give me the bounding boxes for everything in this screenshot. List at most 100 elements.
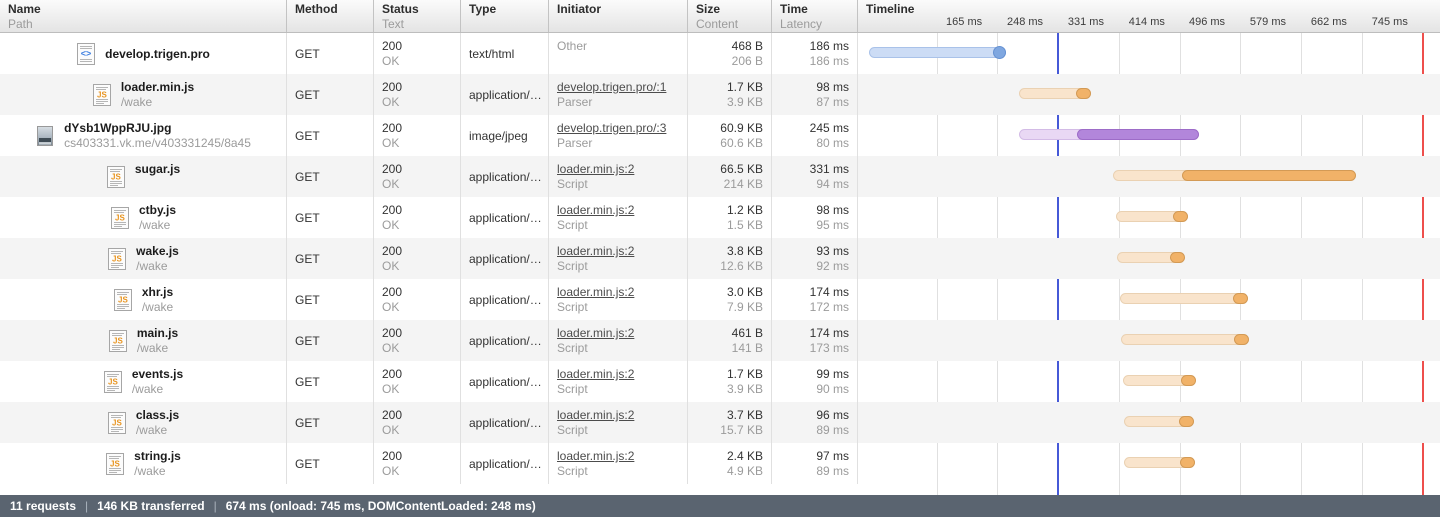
time-value: 98 ms (816, 80, 849, 94)
column-header-size[interactable]: Size Content (688, 0, 772, 32)
image-icon (34, 125, 56, 147)
request-method: GET (295, 46, 320, 61)
timeline-cell (858, 197, 1440, 238)
name-cell[interactable]: JS wake.js /wake (0, 238, 287, 279)
name-cell[interactable]: JS sugar.js (0, 156, 287, 197)
request-type: application/… (469, 333, 542, 348)
content-value: 12.6 KB (720, 259, 763, 273)
request-path: /wake (141, 300, 174, 314)
name-cell[interactable]: dYsb1WppRJU.jpg cs403331.vk.me/v40333124… (0, 115, 287, 156)
time-cell: 174 ms 172 ms (772, 279, 858, 320)
initiator-link[interactable]: loader.min.js:2 (557, 407, 679, 423)
status-bar-separator: | (85, 499, 89, 513)
initiator-link[interactable]: develop.trigen.pro/:1 (557, 79, 679, 95)
request-type: text/html (469, 46, 515, 61)
column-label: Initiator (557, 2, 601, 16)
size-cell: 1.7 KB 3.9 KB (688, 361, 772, 402)
table-row[interactable]: JS xhr.js /wake GET 200 OK application/…… (0, 279, 1440, 320)
status-code: 200 (382, 121, 403, 135)
timeline-cell (858, 238, 1440, 279)
initiator-kind (557, 54, 679, 69)
method-cell: GET (287, 74, 374, 115)
initiator-link[interactable]: loader.min.js:2 (557, 243, 679, 259)
svg-text:JS: JS (113, 336, 123, 345)
request-list: <> develop.trigen.pro GET 200 OK text/ht… (0, 33, 1440, 484)
request-method: GET (295, 374, 320, 389)
request-type: application/… (469, 210, 542, 225)
column-sublabel: Content (696, 17, 739, 31)
content-value: 3.9 KB (726, 95, 763, 109)
initiator-link[interactable]: loader.min.js:2 (557, 448, 679, 464)
request-path: /wake (134, 464, 166, 478)
status-text: OK (382, 218, 400, 232)
column-header-timeline[interactable]: Timeline 165 ms 248 ms 331 ms 414 ms 496 ms 5… (858, 0, 1440, 32)
table-row[interactable]: JS string.js /wake GET 200 OK applicatio… (0, 443, 1440, 484)
timeline-tick-label: 745 ms (1371, 16, 1408, 28)
size-value: 3.7 KB (726, 408, 763, 422)
name-cell[interactable]: JS events.js /wake (0, 361, 287, 402)
size-cell: 1.7 KB 3.9 KB (688, 74, 772, 115)
table-row[interactable]: JS class.js /wake GET 200 OK application… (0, 402, 1440, 443)
timeline-bar-receiving (1180, 375, 1196, 386)
table-row[interactable]: <> develop.trigen.pro GET 200 OK text/ht… (0, 33, 1440, 74)
initiator-link[interactable]: loader.min.js:2 (557, 161, 679, 177)
request-name: events.js (131, 367, 184, 381)
method-cell: GET (287, 115, 374, 156)
status-cell: 200 OK (374, 156, 461, 197)
request-path: /wake (131, 382, 164, 396)
initiator-cell: develop.trigen.pro/:1 Parser (549, 74, 688, 115)
name-cell[interactable]: JS ctby.js /wake (0, 197, 287, 238)
initiator-link[interactable]: loader.min.js:2 (557, 325, 679, 341)
column-header-time[interactable]: Time Latency (772, 0, 858, 32)
method-cell: GET (287, 197, 374, 238)
request-type: application/… (469, 251, 542, 266)
request-name: main.js (136, 326, 179, 340)
table-row[interactable]: JS wake.js /wake GET 200 OK application/… (0, 238, 1440, 279)
column-header-status[interactable]: Status Text (374, 0, 461, 32)
timeline-bar-waiting (1120, 293, 1248, 304)
method-cell: GET (287, 156, 374, 197)
request-path: /wake (135, 423, 168, 437)
status-cell: 200 OK (374, 279, 461, 320)
table-row[interactable]: JS ctby.js /wake GET 200 OK application/… (0, 197, 1440, 238)
type-cell: application/… (461, 238, 549, 279)
script-icon: JS (105, 165, 127, 188)
table-row[interactable]: JS sugar.js GET 200 OK application/… loa… (0, 156, 1440, 197)
name-cell[interactable]: JS main.js /wake (0, 320, 287, 361)
column-header-method[interactable]: Method (287, 0, 374, 32)
timeline-cell (858, 402, 1440, 443)
column-header-initiator[interactable]: Initiator (549, 0, 688, 32)
table-row[interactable]: JS main.js /wake GET 200 OK application/… (0, 320, 1440, 361)
latency-value: 90 ms (816, 382, 849, 396)
initiator-link[interactable]: loader.min.js:2 (557, 284, 679, 300)
timeline-cell (858, 115, 1440, 156)
request-method: GET (295, 333, 320, 348)
name-cell[interactable]: JS string.js /wake (0, 443, 287, 484)
initiator-link[interactable]: loader.min.js:2 (557, 366, 679, 382)
svg-text:JS: JS (110, 459, 120, 468)
initiator-link[interactable]: develop.trigen.pro/:3 (557, 120, 679, 136)
table-row[interactable]: JS events.js /wake GET 200 OK applicatio… (0, 361, 1440, 402)
table-row[interactable]: dYsb1WppRJU.jpg cs403331.vk.me/v40333124… (0, 115, 1440, 156)
initiator-link[interactable]: loader.min.js:2 (557, 202, 679, 218)
column-label: Timeline (866, 2, 915, 16)
svg-text:JS: JS (108, 377, 118, 386)
size-cell: 3.0 KB 7.9 KB (688, 279, 772, 320)
initiator-cell: loader.min.js:2 Script (549, 361, 688, 402)
name-cell[interactable]: JS xhr.js /wake (0, 279, 287, 320)
initiator-kind: Script (557, 423, 588, 437)
column-header-type[interactable]: Type (461, 0, 549, 32)
column-header-name[interactable]: Name Path (0, 0, 287, 32)
request-name: sugar.js (134, 162, 181, 176)
timeline-cell (858, 33, 1440, 74)
table-row[interactable]: JS loader.min.js /wake GET 200 OK applic… (0, 74, 1440, 115)
initiator-link: Other (557, 39, 588, 53)
name-cell[interactable]: JS loader.min.js /wake (0, 74, 287, 115)
request-name: develop.trigen.pro (105, 46, 210, 61)
status-code: 200 (382, 408, 403, 422)
timeline-bar-waiting (869, 47, 1006, 58)
timeline-bar-receiving (1172, 211, 1188, 222)
name-cell[interactable]: JS class.js /wake (0, 402, 287, 443)
content-value: 15.7 KB (720, 423, 763, 437)
name-cell[interactable]: <> develop.trigen.pro (0, 33, 287, 74)
